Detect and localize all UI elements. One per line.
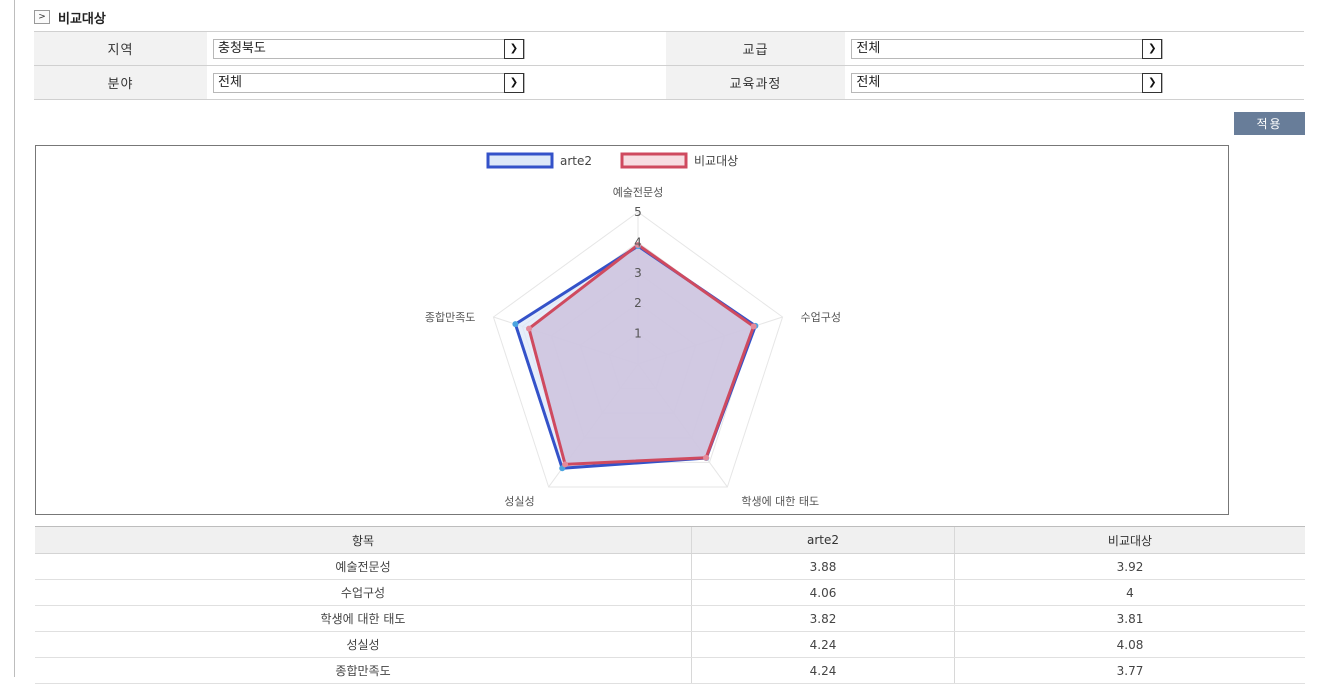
chevron-down-icon[interactable]: ❯ <box>1142 72 1163 93</box>
table-row: 수업구성 4.06 4 <box>35 579 1305 606</box>
radar-chart-svg: 1 2 3 4 5 예술전문성수업구성학생에 대한 태도 성실성 종합만족도 arte2 비교대상 <box>425 152 841 508</box>
row-arte2: 4.06 <box>691 579 955 606</box>
table-row: 학생에 대한 태도 3.82 3.81 <box>35 605 1305 632</box>
row-arte2: 4.24 <box>691 657 955 684</box>
region-select-value: 충청북도 <box>217 40 266 56</box>
row-arte2: 3.82 <box>691 605 955 632</box>
table-row: 성실성 4.24 4.08 <box>35 631 1305 658</box>
field-select-value: 전체 <box>217 74 242 90</box>
tick-label: 3 <box>634 266 642 280</box>
header-compare: 비교대상 <box>953 526 1305 554</box>
tick-label: 2 <box>634 296 642 310</box>
series-point-2 <box>703 454 710 461</box>
score-table: 항목 arte2 비교대상 예술전문성 3.88 3.92 수업구성 4.06 … <box>35 526 1305 684</box>
grade-label: 교급 <box>665 31 846 66</box>
series-point-1 <box>512 321 519 328</box>
header-arte2: arte2 <box>691 526 955 554</box>
grade-select[interactable]: 전체 ❯ <box>851 38 1164 59</box>
filter-table: 지역 충청북도 ❯ 교급 전체 ❯ 분야 전체 ❯ 교육과정 전체 ❯ <box>34 31 1304 100</box>
header-item: 항목 <box>35 526 692 554</box>
row-item: 성실성 <box>35 631 692 658</box>
region-label: 지역 <box>34 31 207 66</box>
series-point-2 <box>750 323 757 330</box>
category-label: 예술전문성 <box>613 186 664 199</box>
chevron-down-icon[interactable]: ❯ <box>503 38 524 59</box>
series-point-2 <box>526 325 533 332</box>
row-compare: 3.77 <box>953 657 1305 684</box>
legend-swatch <box>620 152 688 169</box>
section-header: > 비교대상 <box>34 8 106 27</box>
legend-swatch <box>486 152 554 169</box>
chevron-down-icon[interactable]: ❯ <box>1142 38 1163 59</box>
tick-label: 4 <box>634 235 642 249</box>
radar-chart: 1 2 3 4 5 예술전문성수업구성학생에 대한 태도 성실성 종합만족도 arte2 비교대상 <box>35 145 1229 515</box>
category-label: 종합만족도 <box>425 311 476 324</box>
course-select-value: 전체 <box>856 74 881 90</box>
row-arte2: 4.24 <box>691 631 955 658</box>
category-label: 성실성 <box>504 495 534 508</box>
category-label: 학생에 대한 태도 <box>741 495 819 508</box>
tick-label: 1 <box>634 327 642 341</box>
legend-label: 비교대상 <box>694 154 738 168</box>
series-point-2 <box>562 461 569 468</box>
row-compare: 3.92 <box>953 553 1305 580</box>
table-row: 종합만족도 4.24 3.77 <box>35 657 1305 684</box>
row-compare: 3.81 <box>953 605 1305 632</box>
table-header-row: 항목 arte2 비교대상 <box>35 526 1305 554</box>
table-row: 예술전문성 3.88 3.92 <box>35 553 1305 580</box>
region-select[interactable]: 충청북도 ❯ <box>212 38 525 59</box>
section-title: 비교대상 <box>58 11 106 27</box>
expand-arrow-icon[interactable]: > <box>34 10 50 24</box>
chevron-down-icon[interactable]: ❯ <box>503 72 524 93</box>
row-item: 종합만족도 <box>35 657 692 684</box>
row-item: 학생에 대한 태도 <box>35 605 692 632</box>
tick-label: 5 <box>634 205 642 219</box>
row-compare: 4 <box>953 579 1305 606</box>
category-label: 수업구성 <box>801 311 841 324</box>
row-arte2: 3.88 <box>691 553 955 580</box>
left-border <box>14 0 15 677</box>
field-label: 분야 <box>34 65 207 100</box>
row-compare: 4.08 <box>953 631 1305 658</box>
field-select[interactable]: 전체 ❯ <box>212 72 525 93</box>
row-item: 수업구성 <box>35 579 692 606</box>
row-item: 예술전문성 <box>35 553 692 580</box>
legend-label: arte2 <box>560 154 592 168</box>
apply-button[interactable]: 적용 <box>1234 112 1305 135</box>
course-label: 교육과정 <box>665 65 846 100</box>
grade-select-value: 전체 <box>856 40 881 56</box>
course-select[interactable]: 전체 ❯ <box>851 72 1164 93</box>
